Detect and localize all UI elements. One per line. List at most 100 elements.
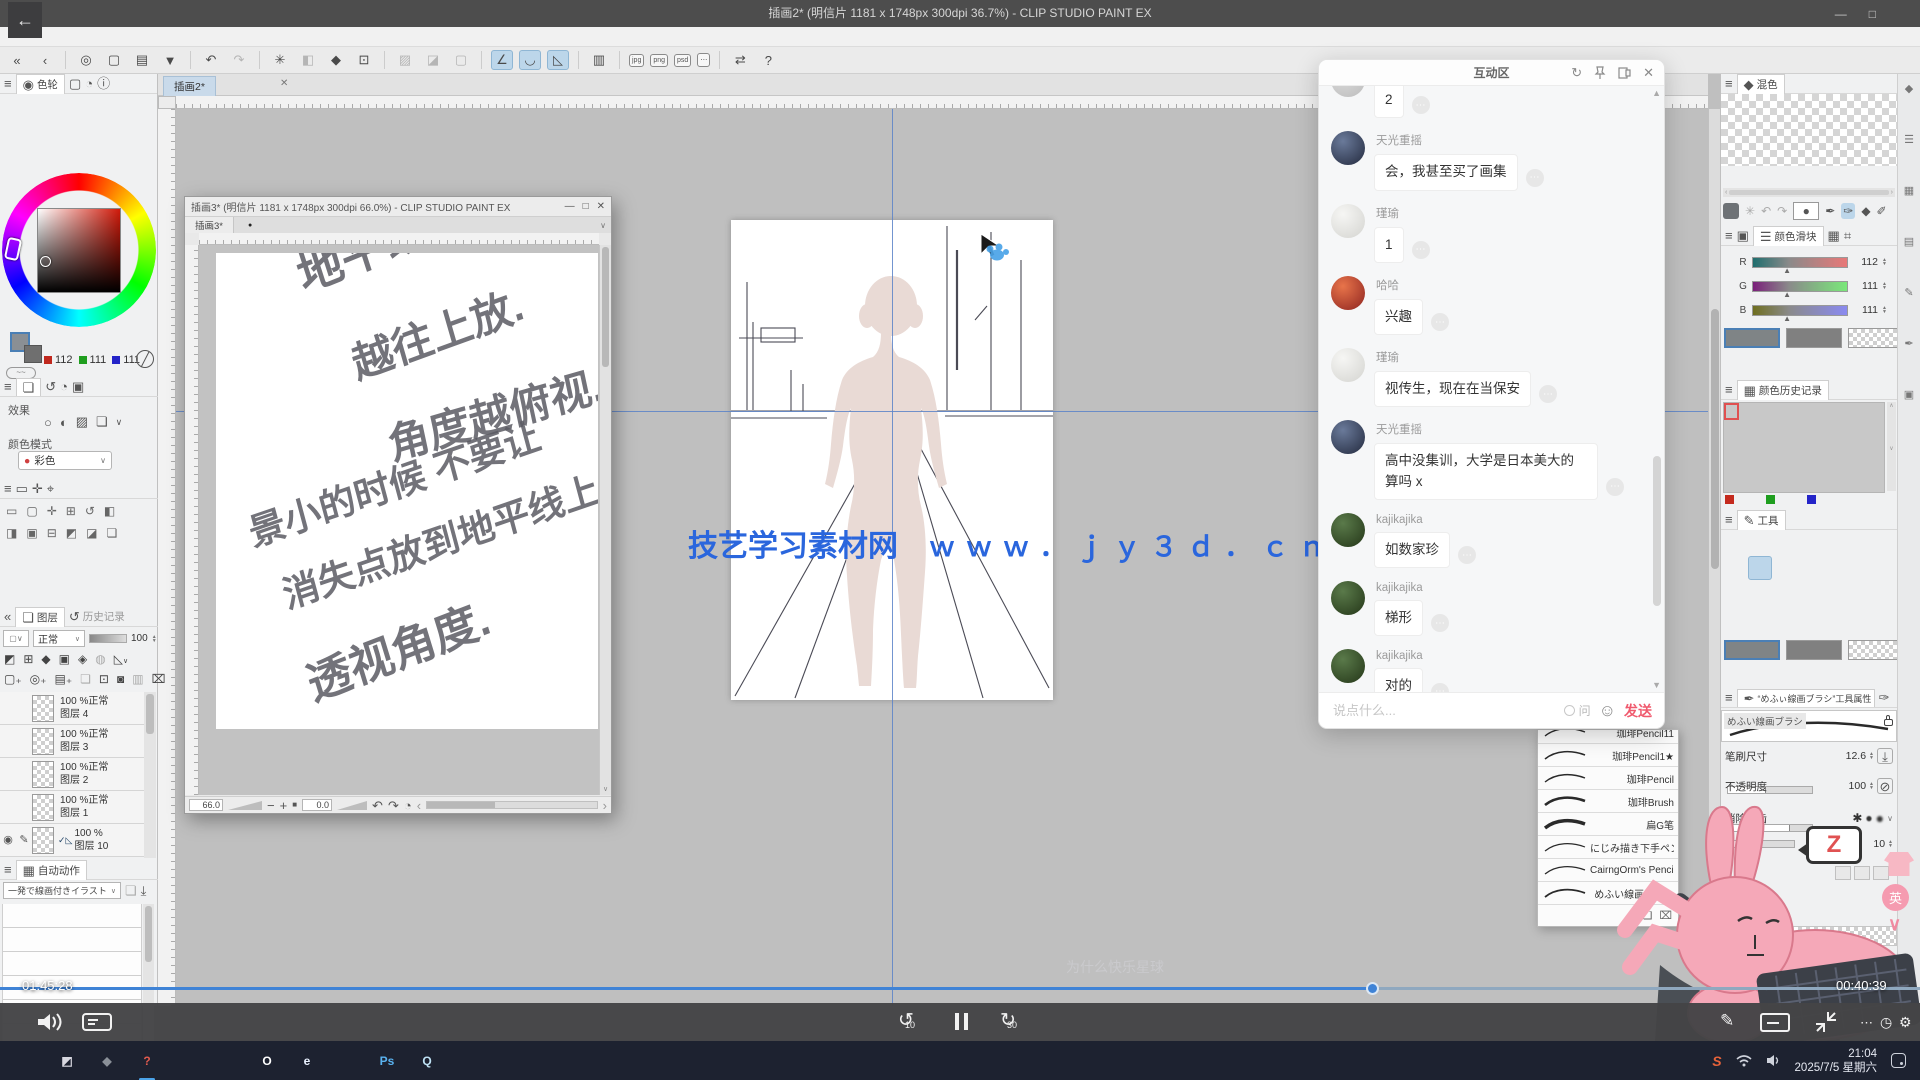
collapse-dock-icon[interactable]: « [4,610,11,623]
tray-s-icon[interactable]: S [1712,1053,1721,1069]
panel-menu-icon[interactable]: ≡ [1725,513,1733,526]
speaker-icon[interactable] [1766,1054,1781,1067]
tab-close-icon[interactable]: ✕ [280,78,288,89]
mini-icon[interactable]: ▣ [26,526,37,540]
tab-pair-icon[interactable]: ⌗ [1844,229,1851,242]
reset-rotate-icon[interactable]: ◔ [404,799,412,812]
rotation-ramp[interactable] [337,801,367,810]
history-color-cell[interactable] [1740,457,1755,474]
combine-icon[interactable]: ⊡ [99,672,109,686]
opacity-stepper[interactable]: ▲▼ [152,635,157,643]
tab-auto-action[interactable]: ▦自动动作 [16,860,87,880]
tab-grid-icon[interactable]: ▦ [1828,229,1840,242]
ruler-snap-icon[interactable]: ◺∨ [114,652,128,666]
layer-thumbnail[interactable] [32,827,54,854]
tool-icon[interactable] [1748,604,1772,628]
tab-mark-icon[interactable]: ▣ [72,380,84,393]
slider-bar[interactable]: ▲ [1752,305,1848,316]
color-chip[interactable] [1780,170,1804,184]
tool-icon[interactable] [1772,580,1796,604]
taskbar-app-icon[interactable]: ◩ [54,1048,80,1074]
emoji-badge-icon[interactable]: ⋯ [1431,683,1449,693]
history-color-cell[interactable] [1853,457,1868,474]
history-color-cell[interactable] [1772,403,1787,420]
history-color-cell[interactable] [1756,457,1771,474]
avatar[interactable] [1331,131,1365,165]
color-chip[interactable] [1836,170,1860,184]
colormode-select[interactable]: ●彩色∨ [18,451,112,470]
progress-handle[interactable] [1366,982,1379,995]
sv-marker[interactable] [40,256,51,267]
save-icon[interactable]: ▼ [159,50,181,70]
history-color-cell[interactable] [1788,421,1803,438]
tool-icon[interactable] [1868,556,1892,580]
tool-icon[interactable] [1796,556,1820,580]
panel-menu-icon[interactable]: ≡ [4,77,12,90]
convert-icon[interactable]: ⇄ [729,50,751,70]
tab-color-set-icon[interactable]: ▢ [69,77,81,90]
history-color-cell[interactable] [1853,403,1868,420]
red-dot[interactable] [1725,495,1734,504]
emoji-badge-icon[interactable]: ⋯ [1431,313,1449,331]
tab-color-slider[interactable]: ☰颜色滑块 [1753,226,1824,246]
taskbar-app-icon[interactable]: e [294,1048,320,1074]
brush-edit-icon[interactable]: ✑ [1879,691,1890,704]
mix-canvas[interactable] [1721,94,1897,166]
avatar[interactable] [1331,86,1365,97]
redo-mix-icon[interactable]: ↷ [1777,204,1787,218]
no-color-icon[interactable]: ╱ [136,350,154,368]
sv-square[interactable] [37,208,121,293]
history-color-cell[interactable] [1837,439,1852,456]
blend-droplet-icon[interactable]: ◆ [1861,204,1870,218]
back-button[interactable]: ← [8,2,42,38]
emoji-badge-icon[interactable]: ⋯ [1606,478,1624,496]
history-color-cell[interactable] [1740,475,1755,492]
volume-icon[interactable] [36,1012,64,1032]
tool-icon[interactable] [1844,580,1868,604]
new-folder-icon[interactable]: ◎₊ [30,672,47,686]
history-color-cell[interactable] [1869,439,1884,456]
history-color-cell[interactable] [1788,403,1803,420]
taskbar-app-icon[interactable]: Ps [374,1048,400,1074]
avatar[interactable] [1331,348,1365,382]
lock-alpha-icon[interactable]: ▣ [59,652,70,666]
tab-color-history[interactable]: ▦颜色历史记录 [1737,380,1829,400]
history-color-cell[interactable] [1869,475,1884,492]
badge-sticker-icon[interactable]: 英 [1882,884,1909,911]
layer-row[interactable]: 100 %正常 图层 4 [0,692,144,725]
history-color-cell[interactable] [1821,403,1836,420]
spray-icon[interactable]: ✳ [1745,204,1755,218]
history-color-cell[interactable] [1756,439,1771,456]
avatar[interactable] [1331,420,1365,454]
layer-scrollbar[interactable] [144,692,156,858]
history-color-cell[interactable] [1837,475,1852,492]
transfer-icon[interactable]: ❏ [80,672,91,686]
history-color-cell[interactable] [1724,439,1739,456]
danmaku-toggle-icon[interactable] [82,1012,112,1032]
avatar[interactable] [1331,204,1365,238]
color-chip[interactable] [1752,170,1776,184]
transparent-swatch[interactable] [1848,640,1904,660]
undo-icon[interactable]: ↶ [200,50,222,70]
undo-mix-icon[interactable]: ↶ [1761,204,1771,218]
history-clock-icon[interactable]: ◷ [1880,1014,1892,1031]
mini-icon[interactable]: ↺ [85,504,95,518]
new-layer-icon[interactable]: ▢₊ [4,672,22,686]
brush-item[interactable]: 珈琲Pencil [1538,767,1678,790]
tool-icon[interactable] [1724,532,1748,556]
color-chip[interactable] [1808,170,1832,184]
history-color-cell[interactable] [1788,439,1803,456]
select-source-icon[interactable]: ◍ [95,652,105,666]
history-color-cell[interactable] [1756,475,1771,492]
stepper[interactable]: ▲▼ [1869,752,1874,760]
mini-icon[interactable]: ✛ [47,504,57,518]
redo-icon[interactable]: ↷ [228,50,250,70]
green-dot[interactable] [1766,495,1775,504]
pen-mix-icon[interactable]: ✒ [1825,204,1835,218]
taskbar-app-icon[interactable] [334,1048,360,1074]
tab-tool-property[interactable]: ✒“めふぃ線画ブラシ”工具属性 [1737,689,1875,707]
ask-checkbox-icon[interactable] [1564,705,1575,716]
blend-mode-select[interactable]: 正常∨ [33,630,85,647]
copy-action-icon[interactable]: ❏ [125,884,137,897]
collapse-left-icon[interactable]: « [6,50,28,70]
